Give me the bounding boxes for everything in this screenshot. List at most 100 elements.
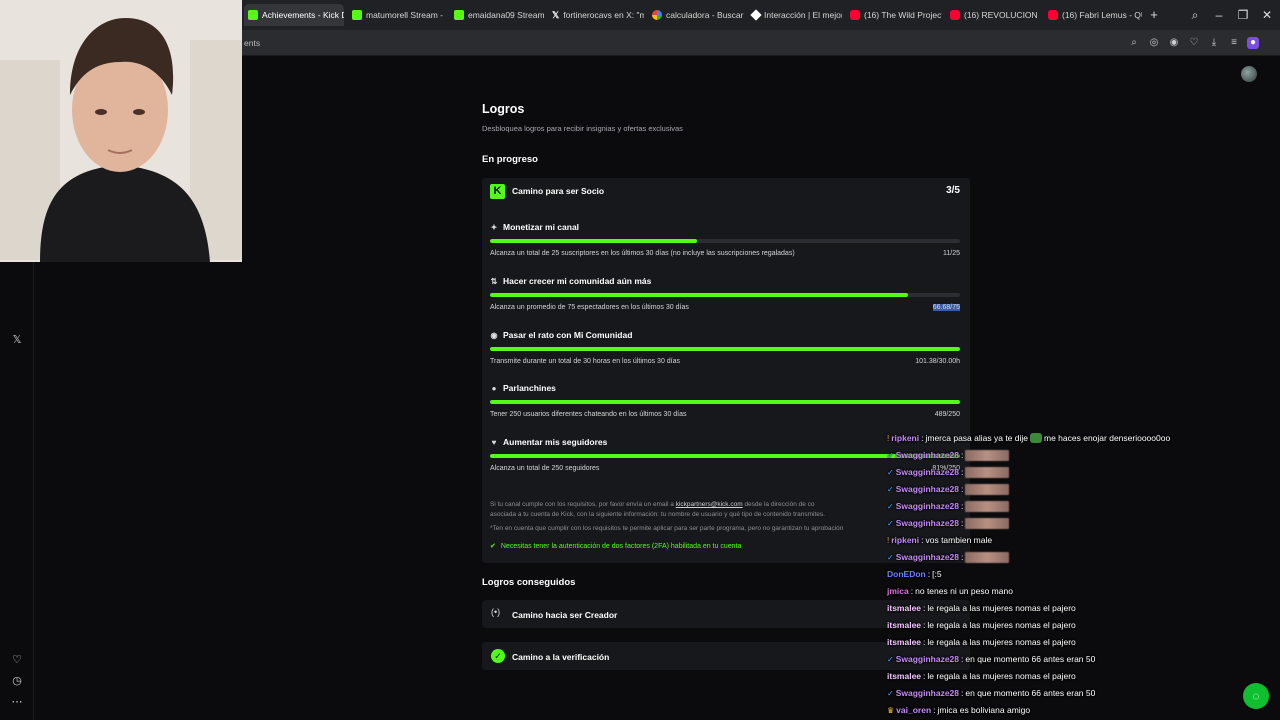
- chat-separator: :: [923, 603, 926, 613]
- chat-message: ! ripkeni: jmerca pasa alias ya te dije me …: [887, 430, 1170, 446]
- chat-username[interactable]: itsmalee: [887, 637, 921, 647]
- browser-tab[interactable]: calculadora - Buscar c: [648, 4, 744, 26]
- chat-username[interactable]: Swagginhaze28: [896, 484, 959, 494]
- browser-tab-label: (16) REVOLUCION DIG: [964, 10, 1040, 20]
- extension-icon[interactable]: ◉: [1168, 37, 1180, 49]
- kick-favicon-icon: [454, 10, 464, 20]
- requirement-icon: ⇅: [490, 276, 498, 286]
- more-icon[interactable]: ⋯: [9, 694, 25, 710]
- chat-badge-icon: ✓: [887, 501, 894, 511]
- chat-emote-image: [965, 449, 1010, 461]
- chat-message: itsmalee: le regala a las mujeres nomas e…: [887, 634, 1076, 650]
- close-window-icon[interactable]: ✕: [1258, 6, 1276, 24]
- requirement-progress-bar: [490, 347, 960, 351]
- browser-tab[interactable]: 𝕏fortinerocavs en X: "m: [548, 4, 644, 26]
- chat-separator: :: [923, 620, 926, 630]
- completed-item-label: Camino a la verificación: [512, 652, 610, 662]
- camera-icon[interactable]: ◎: [1148, 37, 1160, 49]
- chat-separator: :: [923, 671, 926, 681]
- requirement-title: ◉ Pasar el rato con Mi Comunidad: [490, 330, 633, 340]
- chat-text: vos tambien male: [925, 535, 993, 545]
- chat-username[interactable]: Swagginhaze28: [896, 467, 959, 477]
- x-icon[interactable]: 𝕏: [9, 332, 25, 348]
- chat-username[interactable]: Swagginhaze28: [896, 552, 959, 562]
- chat-username[interactable]: ripkeni: [891, 535, 919, 545]
- progress-fill: [490, 239, 697, 243]
- requirement-title-text: Aumentar mis seguidores: [503, 437, 608, 447]
- chat-username[interactable]: ripkeni: [891, 433, 919, 443]
- browser-tab-label: Achievements - Kick Dash: [262, 10, 344, 20]
- chat-username[interactable]: itsmalee: [887, 671, 921, 681]
- requirement-title-text: Pasar el rato con Mi Comunidad: [503, 330, 633, 340]
- new-tab-button[interactable]: +: [1146, 7, 1162, 23]
- broadcast-icon: (•): [491, 607, 501, 617]
- chat-username[interactable]: Swagginhaze28: [896, 450, 959, 460]
- profile-icon[interactable]: ●: [1247, 37, 1259, 49]
- browser-tab[interactable]: (16) Fabri Lemus - QU: [1044, 4, 1142, 26]
- address-bar[interactable]: ents: [244, 38, 260, 48]
- requirement-value: 101.38/30.00h: [915, 358, 960, 365]
- page-title: Logros: [482, 102, 525, 116]
- chat-username[interactable]: itsmalee: [887, 603, 921, 613]
- requirement-title-text: Parlanchines: [503, 383, 556, 393]
- user-avatar[interactable]: [1241, 66, 1257, 82]
- chat-username[interactable]: DonEDon: [887, 569, 926, 579]
- browser-tab[interactable]: (16) The Wild Project: [846, 4, 942, 26]
- chat-badge-icon: ✓: [887, 552, 894, 562]
- chat-username[interactable]: jmica: [887, 586, 909, 596]
- chat-emote-image: [965, 483, 1010, 495]
- chat-badge-icon: ✓: [887, 688, 894, 698]
- requirement-icon: ●: [491, 383, 497, 393]
- browser-tab[interactable]: (16) REVOLUCION DIG: [946, 4, 1040, 26]
- requirement-title: ✦ Monetizar mi canal: [490, 222, 579, 232]
- chat-separator: :: [910, 586, 914, 596]
- chat-message: ✓ Swagginhaze28: en que momento 66 antes e…: [887, 685, 1095, 701]
- chat-username[interactable]: Swagginhaze28: [896, 501, 959, 511]
- browser-tab-label: calculadora - Buscar c: [666, 10, 744, 20]
- requirement-description: Alcanza un total de 25 suscriptores en l…: [490, 250, 795, 257]
- partner-email-link[interactable]: kickpartners@kick.com: [676, 501, 743, 508]
- browser-tab[interactable]: Achievements - Kick Dash: [244, 4, 344, 26]
- chat-message: jmica: no tenes ni un peso mano: [887, 583, 1013, 599]
- chat-message: ✓ Swagginhaze28:: [887, 549, 1010, 565]
- chat-badge-icon: !: [887, 433, 890, 443]
- kick-logo-icon: K: [490, 184, 505, 199]
- requirement-icon: ♥: [491, 437, 497, 447]
- chat-username[interactable]: Swagginhaze28: [896, 688, 959, 698]
- chat-message: ♛ vai_oren: jmica es boliviana amigo: [887, 702, 1030, 718]
- menu-icon[interactable]: ≡: [1228, 37, 1240, 49]
- favorite-icon[interactable]: ♡: [1188, 37, 1200, 49]
- chat-message: ! ripkeni: vos tambien male: [887, 532, 992, 548]
- chat-emote-icon: [1030, 433, 1043, 443]
- chat-badge-icon: !: [887, 535, 890, 545]
- chat-text: jmerca pasa alias ya te dije: [925, 433, 1029, 443]
- chat-username[interactable]: Swagginhaze28: [896, 654, 959, 664]
- requirement-progress-bar: [490, 400, 960, 404]
- youtube-favicon-icon: [850, 10, 860, 20]
- browser-tab[interactable]: matumorell Stream - K: [348, 4, 446, 26]
- chat-fab-icon[interactable]: ◌: [1243, 683, 1269, 709]
- card-title: Camino para ser Socio: [512, 186, 605, 196]
- browser-tab[interactable]: Interacción | El mejor: [748, 4, 842, 26]
- zoom-icon[interactable]: ⌕: [1128, 37, 1140, 49]
- browser-tab-label: (16) The Wild Project: [864, 10, 942, 20]
- search-tabs-icon[interactable]: ⌕: [1186, 6, 1204, 24]
- chat-text: le regala a las mujeres nomas el pajero: [927, 620, 1076, 630]
- chat-username[interactable]: Swagginhaze28: [896, 518, 959, 528]
- verified-icon: ✓: [491, 649, 505, 663]
- chat-username[interactable]: vai_oren: [896, 705, 931, 715]
- minimize-icon[interactable]: –: [1210, 6, 1228, 24]
- restore-icon[interactable]: ❐: [1234, 6, 1252, 24]
- heart-icon[interactable]: ♡: [9, 652, 25, 668]
- browser-tab[interactable]: emaidana09 Stream -: [450, 4, 544, 26]
- requirement-title: ● Parlanchines: [490, 383, 556, 393]
- requirement-icon: ◉: [490, 330, 498, 340]
- youtube-favicon-icon: [950, 10, 960, 20]
- clock-icon[interactable]: ◷: [9, 673, 25, 689]
- chat-separator: :: [961, 552, 964, 562]
- chat-badge-icon: ✓: [887, 518, 894, 528]
- kick-sidebar: 𝕏 ♡ ◷ ⋯: [0, 262, 34, 720]
- chat-username[interactable]: itsmalee: [887, 620, 921, 630]
- download-icon[interactable]: ⤓: [1208, 37, 1220, 49]
- chat-text: le regala a las mujeres nomas el pajero: [927, 603, 1076, 613]
